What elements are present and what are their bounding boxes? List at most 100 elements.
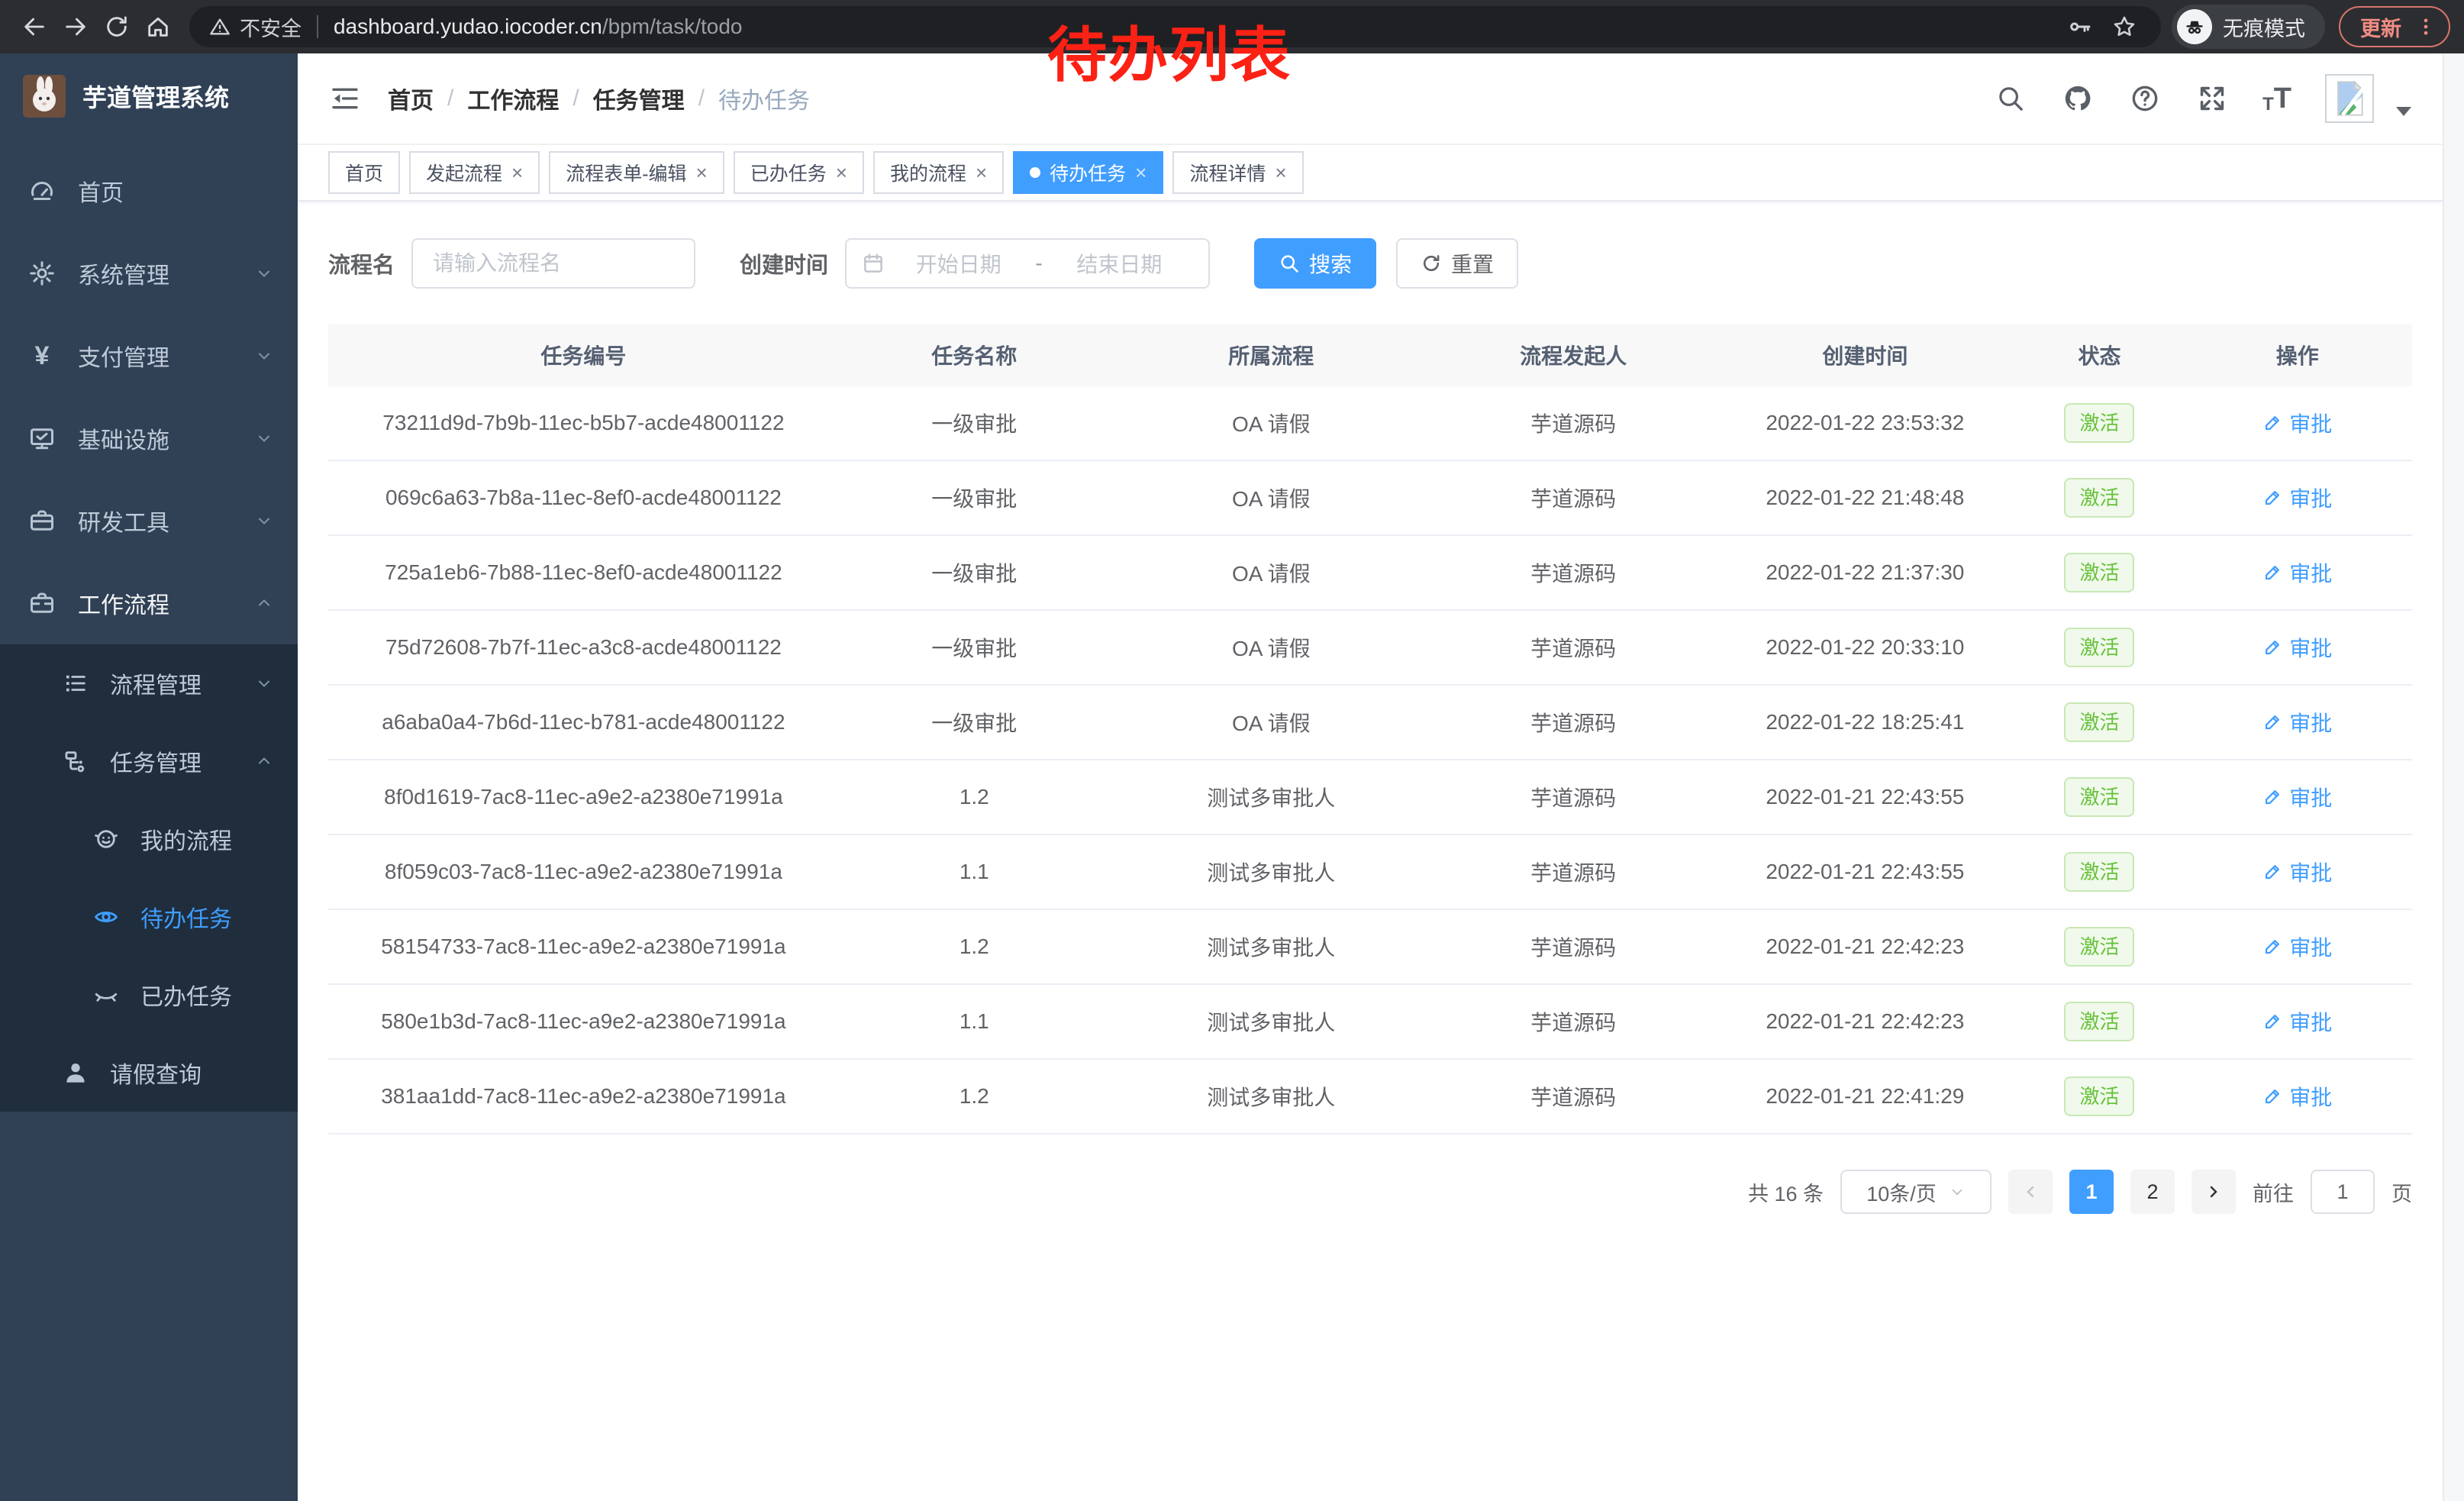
- text-size-icon[interactable]: TT: [2262, 82, 2291, 115]
- url-text[interactable]: dashboard.yudao.iocoder.cn/bpm/task/todo: [334, 15, 742, 39]
- github-icon[interactable]: [2061, 82, 2095, 115]
- close-icon[interactable]: ×: [1135, 163, 1147, 182]
- tab-home[interactable]: 首页: [328, 151, 400, 194]
- status-badge: 激活: [2064, 852, 2134, 892]
- chevron-down-icon: [255, 429, 273, 447]
- security-warning-icon[interactable]: [209, 16, 231, 37]
- status-cell: 激活: [2016, 1002, 2182, 1041]
- org-tree-icon: [61, 747, 90, 776]
- sidebar-item-workflow[interactable]: 工作流程: [0, 562, 298, 644]
- close-icon[interactable]: ×: [511, 163, 523, 182]
- sidebar-item-label: 工作流程: [78, 586, 169, 620]
- close-icon[interactable]: ×: [976, 163, 987, 182]
- tab-form-edit[interactable]: 流程表单-编辑×: [549, 151, 724, 194]
- browser-reload-icon[interactable]: [96, 6, 137, 47]
- actions-cell: 审批: [2183, 782, 2412, 813]
- approve-button[interactable]: 审批: [2262, 707, 2332, 738]
- status-cell: 激活: [2016, 478, 2182, 518]
- avatar-caret-icon[interactable]: [2395, 106, 2412, 117]
- prev-page-button[interactable]: [2008, 1170, 2053, 1214]
- browser-menu-icon[interactable]: [2415, 16, 2437, 37]
- approve-button[interactable]: 审批: [2262, 931, 2332, 962]
- browser-update-button[interactable]: 更新: [2339, 6, 2450, 47]
- update-label[interactable]: 更新: [2360, 12, 2401, 42]
- close-icon[interactable]: ×: [1275, 163, 1286, 182]
- col-task-name: 任务名称: [839, 340, 1110, 370]
- tab-done-tasks[interactable]: 已办任务×: [734, 151, 864, 194]
- close-icon[interactable]: ×: [836, 163, 847, 182]
- task-name-cell: 1.1: [839, 860, 1110, 884]
- page-size-select[interactable]: 10条/页: [1840, 1170, 1992, 1214]
- page-button-2[interactable]: 2: [2130, 1170, 2175, 1214]
- avatar[interactable]: [2325, 74, 2374, 123]
- process-name-input[interactable]: [411, 238, 695, 289]
- sidebar-collapse-icon[interactable]: [328, 82, 362, 115]
- page-button-1[interactable]: 1: [2069, 1170, 2114, 1214]
- browser-home-icon[interactable]: [137, 6, 179, 47]
- next-page-button[interactable]: [2191, 1170, 2236, 1214]
- approve-button[interactable]: 审批: [2262, 632, 2332, 663]
- sidebar-item-done-tasks[interactable]: 已办任务: [0, 956, 298, 1034]
- tab-my-process[interactable]: 我的流程×: [873, 151, 1004, 194]
- breadcrumb-home[interactable]: 首页: [388, 82, 434, 115]
- sidebar-item-home[interactable]: 首页: [0, 150, 298, 232]
- sidebar-item-dev-tools[interactable]: 研发工具: [0, 479, 298, 562]
- search-icon[interactable]: [1994, 82, 2027, 115]
- key-icon[interactable]: [2063, 10, 2097, 44]
- task-id-cell: 58154733-7ac8-11ec-a9e2-a2380e71991a: [328, 934, 839, 959]
- sidebar-item-label: 支付管理: [78, 339, 169, 373]
- tab-todo-tasks[interactable]: 待办任务×: [1013, 151, 1163, 194]
- approve-button[interactable]: 审批: [2262, 782, 2332, 812]
- dashboard-icon: [27, 176, 56, 205]
- approve-button[interactable]: 审批: [2262, 408, 2332, 438]
- task-id-cell: 8f0d1619-7ac8-11ec-a9e2-a2380e71991a: [328, 785, 839, 809]
- actions-cell: 审批: [2183, 857, 2412, 888]
- sidebar-item-system[interactable]: 系统管理: [0, 232, 298, 315]
- sidebar-item-label: 首页: [78, 174, 124, 208]
- sidebar-item-todo-tasks[interactable]: 待办任务: [0, 878, 298, 956]
- sidebar-item-payment[interactable]: ¥ 支付管理: [0, 315, 298, 397]
- approve-button[interactable]: 审批: [2262, 557, 2332, 588]
- search-button[interactable]: 搜索: [1254, 238, 1376, 289]
- approve-button[interactable]: 审批: [2262, 483, 2332, 513]
- task-name-cell: 1.2: [839, 934, 1110, 959]
- initiator-cell: 芋道源码: [1433, 1081, 1714, 1112]
- breadcrumb-workflow[interactable]: 工作流程: [467, 82, 559, 115]
- task-name-cell: 一级审批: [839, 408, 1110, 438]
- actions-cell: 审批: [2183, 707, 2412, 738]
- sidebar-item-task-mgmt[interactable]: 任务管理: [0, 722, 298, 800]
- sidebar-item-process-mgmt[interactable]: 流程管理: [0, 644, 298, 722]
- status-badge: 激活: [2064, 1002, 2134, 1041]
- close-icon[interactable]: ×: [696, 163, 708, 182]
- security-label[interactable]: 不安全: [240, 12, 302, 42]
- chevron-down-icon: [255, 674, 273, 692]
- sidebar-item-infrastructure[interactable]: 基础设施: [0, 397, 298, 479]
- address-bar[interactable]: 不安全 dashboard.yudao.iocoder.cn/bpm/task/…: [189, 6, 2161, 47]
- breadcrumb-current: 待办任务: [718, 82, 810, 115]
- status-badge: 激活: [2064, 478, 2134, 518]
- fullscreen-icon[interactable]: [2195, 82, 2229, 115]
- browser-back-icon[interactable]: [14, 6, 55, 47]
- bookmark-star-icon[interactable]: [2108, 10, 2141, 44]
- task-table: 任务编号 任务名称 所属流程 流程发起人 创建时间 状态 操作 73211d9d…: [328, 324, 2412, 1135]
- app-logo-row[interactable]: 芋道管理系统: [0, 53, 298, 139]
- help-icon[interactable]: [2128, 82, 2162, 115]
- goto-page-input[interactable]: [2311, 1170, 2375, 1214]
- tab-start-process[interactable]: 发起流程×: [409, 151, 540, 194]
- page-scrollbar[interactable]: [2443, 53, 2464, 1501]
- tab-process-detail[interactable]: 流程详情×: [1172, 151, 1303, 194]
- sidebar-item-my-process[interactable]: 我的流程: [0, 800, 298, 878]
- task-name-cell: 一级审批: [839, 483, 1110, 513]
- approve-button[interactable]: 审批: [2262, 1081, 2332, 1112]
- sidebar-item-leave-query[interactable]: 请假查询: [0, 1034, 298, 1112]
- yen-icon: ¥: [27, 341, 56, 371]
- approve-button[interactable]: 审批: [2262, 857, 2332, 887]
- date-range-picker[interactable]: 开始日期 - 结束日期: [845, 238, 1210, 289]
- col-initiator: 流程发起人: [1433, 340, 1714, 370]
- browser-forward-icon[interactable]: [55, 6, 96, 47]
- approve-button[interactable]: 审批: [2262, 1006, 2332, 1037]
- breadcrumb-task-mgmt[interactable]: 任务管理: [593, 82, 685, 115]
- sidebar-item-label: 流程管理: [110, 667, 202, 700]
- reset-button[interactable]: 重置: [1396, 238, 1518, 289]
- sidebar-item-label: 研发工具: [78, 504, 169, 537]
